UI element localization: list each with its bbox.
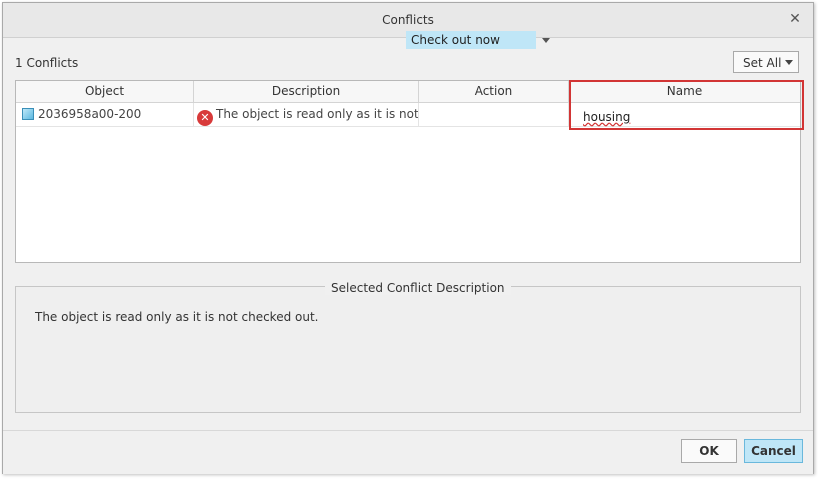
- object-name: 2036958a00-200: [38, 107, 142, 121]
- chevron-down-icon: [785, 60, 793, 65]
- conflict-count: 1 Conflicts: [15, 56, 79, 70]
- selected-conflict-group: [15, 286, 801, 413]
- table-row-action-cell: [419, 103, 569, 127]
- name-input[interactable]: housing: [583, 110, 630, 124]
- chevron-down-icon: [542, 38, 550, 43]
- column-header-name[interactable]: Name: [569, 81, 800, 103]
- part-icon: [22, 108, 34, 120]
- set-all-dropdown[interactable]: Set All: [733, 51, 799, 73]
- action-dropdown[interactable]: Check out now: [406, 31, 536, 49]
- dialog-title: Conflicts: [382, 13, 434, 27]
- conflicts-table: Object Description Action Name 2036958a0…: [15, 80, 801, 263]
- table-row-description-cell[interactable]: ✕The object is read only as it is not ch…: [194, 103, 419, 127]
- table-row-object-cell[interactable]: 2036958a00-200: [16, 103, 194, 127]
- ok-button[interactable]: OK: [681, 439, 737, 463]
- column-header-description[interactable]: Description: [194, 81, 419, 103]
- column-header-action[interactable]: Action: [419, 81, 569, 103]
- conflicts-dialog: Conflicts ✕ 1 Conflicts Set All Object D…: [2, 2, 814, 474]
- set-all-label: Set All: [743, 56, 782, 70]
- cancel-button[interactable]: Cancel: [744, 439, 803, 463]
- close-icon[interactable]: ✕: [787, 11, 803, 27]
- error-icon: ✕: [197, 110, 213, 126]
- selected-conflict-text: The object is read only as it is not che…: [35, 310, 319, 324]
- action-dropdown-button[interactable]: [538, 31, 554, 49]
- group-title: Selected Conflict Description: [325, 281, 511, 295]
- description-text: The object is read only as it is not che…: [216, 107, 419, 121]
- column-header-object[interactable]: Object: [16, 81, 194, 103]
